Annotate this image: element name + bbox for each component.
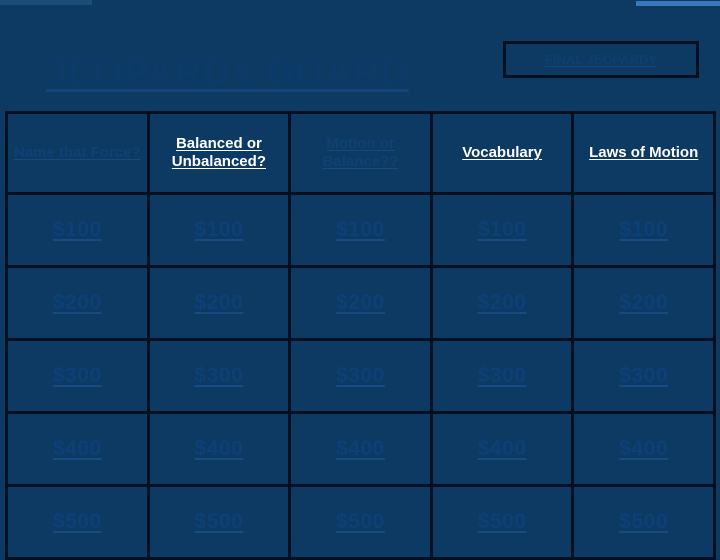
clue-value-label: $100 (52, 218, 102, 241)
clue-value-label: $400 (52, 437, 102, 460)
board-row: $400 $400 $400 $400 $400 (5, 411, 716, 487)
clue-cell[interactable]: $100 (5, 192, 150, 268)
category-cell-3: Motion or Balance?? (288, 111, 433, 195)
clue-cell[interactable]: $400 (429, 411, 575, 487)
category-cell-1: Name that Force? (5, 111, 150, 195)
clue-cell[interactable]: $100 (429, 192, 575, 268)
clue-cell[interactable]: $200 (146, 265, 292, 341)
clue-value-label: $200 (477, 291, 527, 314)
board-row: $100 $100 $100 $100 $100 (5, 192, 716, 268)
clue-value-label: $200 (52, 291, 102, 314)
clue-value-label: $300 (477, 364, 527, 387)
clue-cell[interactable]: $500 (429, 484, 575, 560)
clue-cell[interactable]: $500 (288, 484, 433, 560)
clue-cell[interactable]: $200 (571, 265, 716, 341)
clue-value-label: $300 (619, 364, 669, 387)
clue-value-label: $500 (52, 510, 102, 533)
final-jeopardy-label: FINAL JEOPARDY (544, 52, 658, 67)
clue-cell[interactable]: $400 (288, 411, 433, 487)
clue-value-label: $100 (336, 218, 385, 241)
clue-cell[interactable]: $200 (288, 265, 433, 341)
top-edge-artifacts (0, 0, 720, 10)
clue-value-label: $500 (336, 510, 385, 533)
clue-cell[interactable]: $300 (429, 338, 575, 414)
board-row: $200 $200 $200 $200 $200 (5, 265, 716, 341)
clue-value-label: $200 (619, 291, 669, 314)
clue-cell[interactable]: $200 (429, 265, 575, 341)
category-label: Balanced or Unbalanced? (171, 135, 266, 170)
top-right-highlight-bar (636, 1, 720, 6)
clue-cell[interactable]: $300 (288, 338, 433, 414)
category-label: Motion or Balance?? (322, 135, 399, 170)
clue-value-label: $500 (619, 510, 669, 533)
clue-value-label: $300 (336, 364, 385, 387)
clue-value-label: $300 (194, 364, 244, 387)
clue-cell[interactable]: $200 (5, 265, 150, 341)
jeopardy-board-grid: Name that Force? Balanced or Unbalanced? M… (5, 111, 716, 560)
page-title: JEOPARDY BOARD (46, 52, 409, 94)
board-header: JEOPARDY BOARD FINAL JEOPARDY (0, 0, 720, 111)
board-row: $500 $500 $500 $500 $500 (5, 484, 716, 560)
clue-cell[interactable]: $300 (571, 338, 716, 414)
clue-value-label: $100 (194, 218, 244, 241)
category-cell-2: Balanced or Unbalanced? (146, 111, 292, 195)
clue-cell[interactable]: $100 (571, 192, 716, 268)
category-label: Laws of Motion (589, 144, 699, 161)
final-jeopardy-button[interactable]: FINAL JEOPARDY (503, 41, 699, 78)
clue-cell[interactable]: $400 (5, 411, 150, 487)
clue-cell[interactable]: $400 (146, 411, 292, 487)
clue-value-label: $500 (477, 510, 527, 533)
clue-cell[interactable]: $500 (5, 484, 150, 560)
clue-value-label: $400 (336, 437, 385, 460)
clue-value-label: $400 (619, 437, 669, 460)
category-header-row: Name that Force? Balanced or Unbalanced? M… (5, 111, 716, 195)
category-cell-5: Laws of Motion (571, 111, 716, 195)
clue-value-label: $200 (194, 291, 244, 314)
board-row: $300 $300 $300 $300 $300 (5, 338, 716, 414)
clue-cell[interactable]: $100 (288, 192, 433, 268)
clue-value-label: $300 (52, 364, 102, 387)
clue-cell[interactable]: $300 (5, 338, 150, 414)
clue-cell[interactable]: $500 (571, 484, 716, 560)
top-left-highlight-bar (0, 0, 92, 5)
category-label: Name that Force? (13, 144, 141, 161)
clue-cell[interactable]: $400 (571, 411, 716, 487)
clue-value-label: $400 (194, 437, 244, 460)
clue-cell[interactable]: $100 (146, 192, 292, 268)
clue-value-label: $400 (477, 437, 527, 460)
clue-value-label: $100 (619, 218, 669, 241)
category-cell-4: Vocabulary (429, 111, 575, 195)
clue-cell[interactable]: $300 (146, 338, 292, 414)
clue-value-label: $100 (477, 218, 527, 241)
clue-value-label: $500 (194, 510, 244, 533)
category-label: Vocabulary (462, 144, 542, 161)
clue-cell[interactable]: $500 (146, 484, 292, 560)
clue-value-label: $200 (336, 291, 385, 314)
